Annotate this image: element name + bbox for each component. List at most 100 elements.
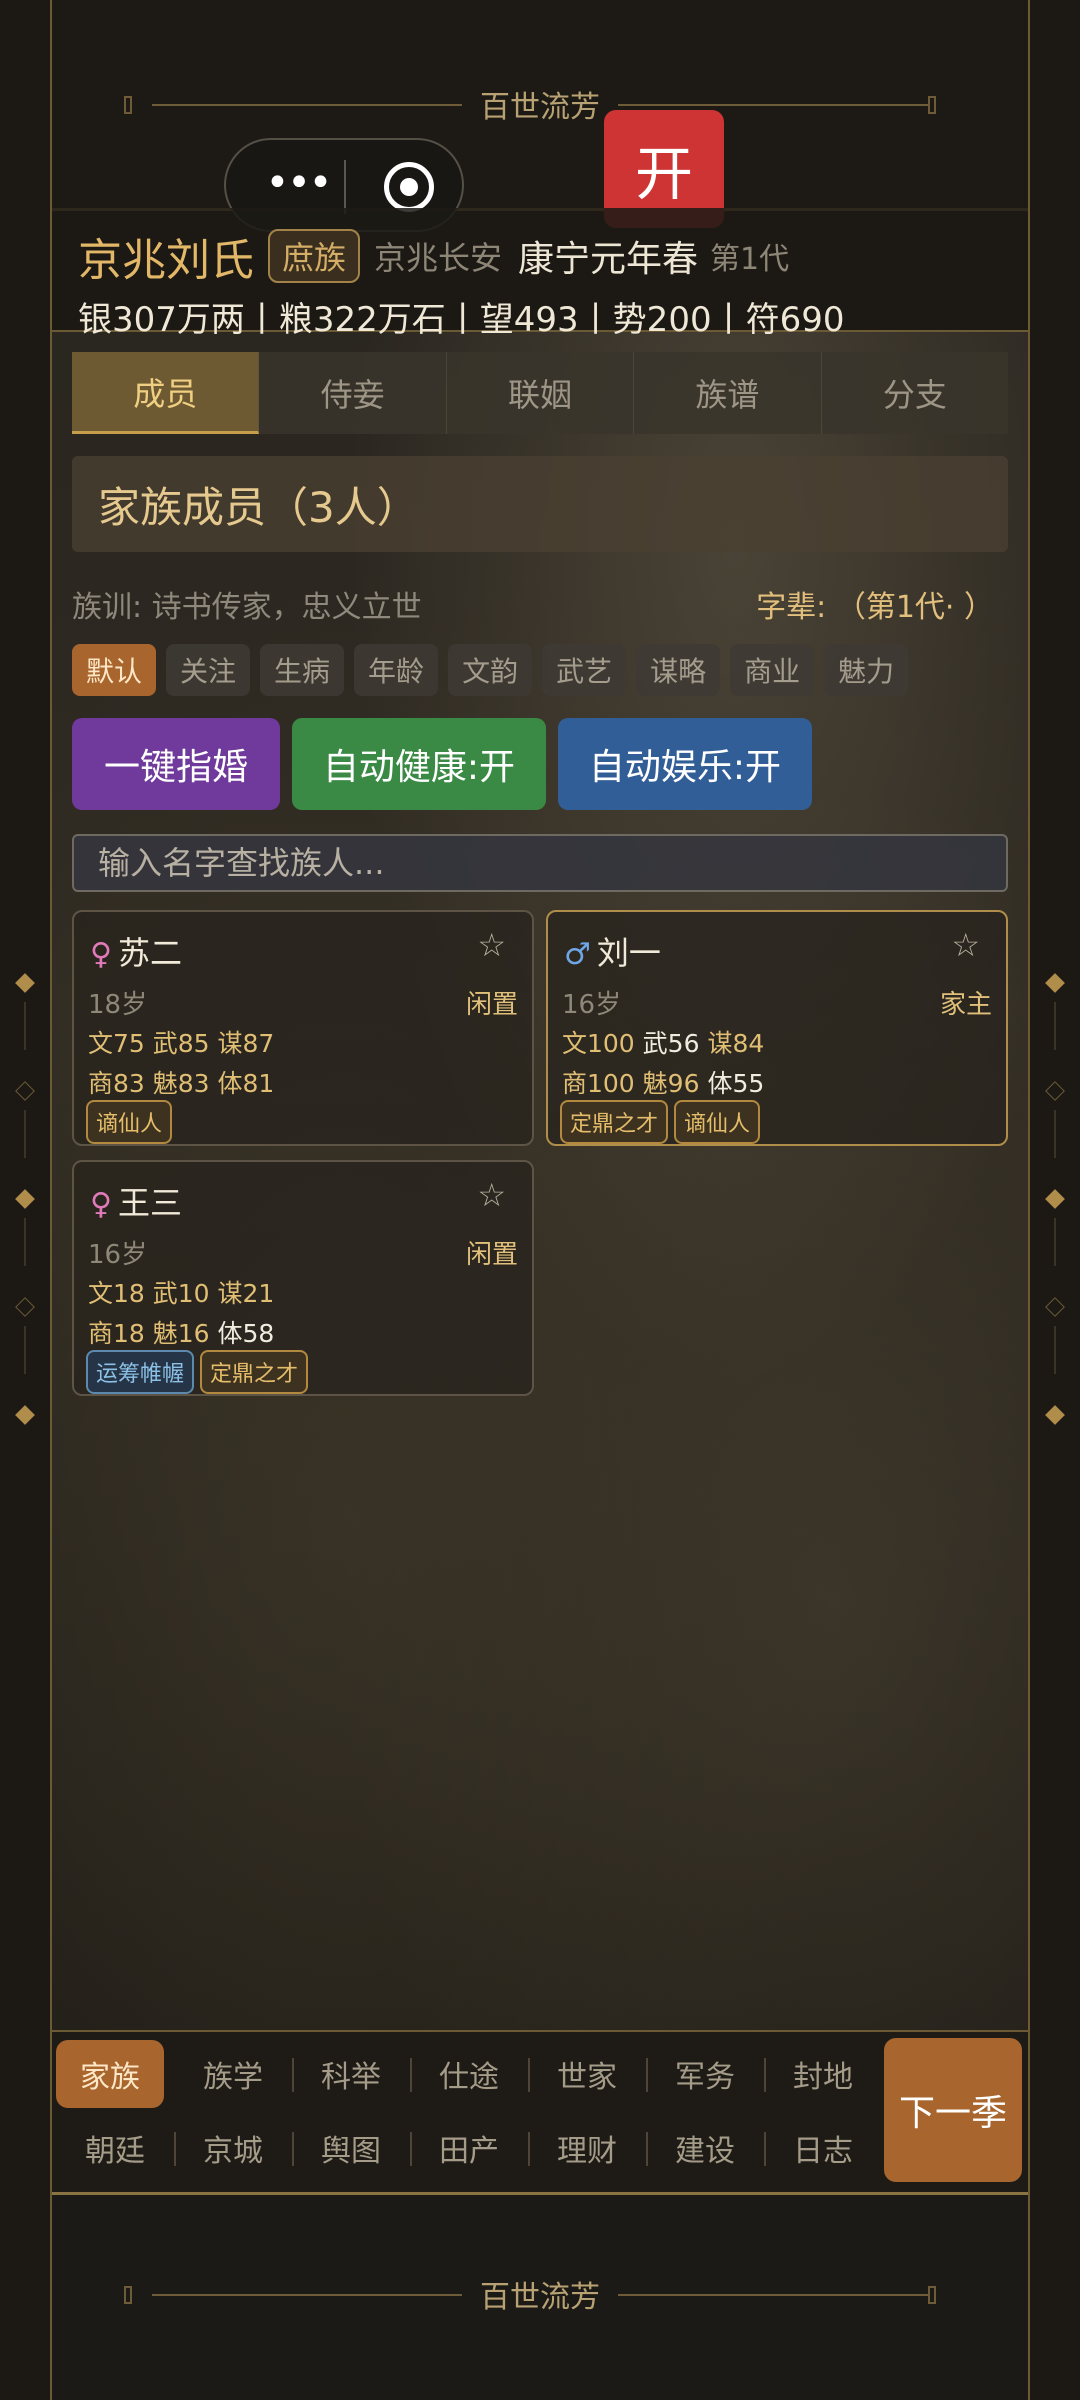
stat-ti: 体58 <box>217 1319 275 1348</box>
side-ornament <box>1054 1110 1056 1158</box>
clan-rank-badge: 庶族 <box>268 229 361 283</box>
filter-charm[interactable]: 魅力 <box>824 644 909 696</box>
nav-build[interactable]: 建设 <box>646 2114 764 2182</box>
member-stats-line2: 商18 魅16 体58 <box>88 1314 274 1350</box>
stat-mou: 谋21 <box>217 1279 275 1308</box>
star-icon[interactable]: ☆ <box>477 926 506 964</box>
nav-career[interactable]: 仕途 <box>410 2040 528 2108</box>
member-age: 16岁 <box>88 1240 148 1270</box>
nav-row-1: 家族 族学 科举 仕途 世家 军务 封地 <box>56 2040 882 2108</box>
member-name-row: ♀ 王三 <box>90 1178 182 1224</box>
nav-estate[interactable]: 田产 <box>410 2114 528 2182</box>
nav-exam[interactable]: 科举 <box>292 2040 410 2108</box>
stat-shang: 商18 <box>88 1319 145 1348</box>
tab-marriage[interactable]: 联姻 <box>447 352 635 434</box>
member-name-row: ♀ 苏二 <box>90 928 182 974</box>
side-ornament <box>24 1002 26 1050</box>
filter-commerce[interactable]: 商业 <box>730 644 815 696</box>
stat-mei: 魅96 <box>642 1069 700 1098</box>
member-traits: 运筹帷幄 定鼎之才 <box>86 1350 309 1394</box>
filter-literary[interactable]: 文韵 <box>448 644 533 696</box>
star-icon[interactable]: ☆ <box>477 1176 506 1214</box>
era-label: 康宁元年春 <box>518 239 699 280</box>
clan-motto: 族训: 诗书传家，忠义立世 <box>72 590 422 625</box>
stat-shang: 商100 <box>562 1069 635 1098</box>
side-ornament <box>1045 1189 1065 1209</box>
side-ornament <box>24 1110 26 1158</box>
filter-strategy[interactable]: 谋略 <box>636 644 721 696</box>
member-name-row: ♂ 刘一 <box>564 928 661 974</box>
more-icon[interactable]: ••• <box>258 163 338 204</box>
trait-tag: 运筹帷幄 <box>86 1350 195 1394</box>
member-age: 18岁 <box>88 990 148 1020</box>
stat-mou: 谋87 <box>217 1029 275 1058</box>
banner-title: 百世流芳 <box>480 90 600 125</box>
auto-entertainment-toggle[interactable]: 自动娱乐:开 <box>558 718 812 810</box>
member-name: 刘一 <box>596 934 661 972</box>
stat-wu: 武85 <box>152 1029 210 1058</box>
side-ornament <box>15 1189 35 1209</box>
filter-default[interactable]: 默认 <box>72 644 157 696</box>
filter-age[interactable]: 年龄 <box>354 644 439 696</box>
clan-info: 京兆刘氏 庶族 京兆长安 康宁元年春 第1代 银307万两丨粮322万石丨望49… <box>52 208 1028 340</box>
auto-health-toggle[interactable]: 自动健康:开 <box>292 718 546 810</box>
female-icon: ♀ <box>90 1187 112 1222</box>
member-stats-line2: 商100 魅96 体55 <box>562 1064 764 1100</box>
stat-mou: 谋84 <box>707 1029 765 1058</box>
motto-row: 族训: 诗书传家，忠义立世 字辈: （第1代· ） <box>72 582 1008 626</box>
side-ornament <box>1045 973 1065 993</box>
nav-capital[interactable]: 京城 <box>174 2114 292 2182</box>
side-ornament <box>1045 1405 1065 1425</box>
filter-sick[interactable]: 生病 <box>260 644 345 696</box>
member-traits: 定鼎之才 谪仙人 <box>560 1100 761 1144</box>
trait-tag: 谪仙人 <box>674 1100 761 1144</box>
tab-genealogy[interactable]: 族谱 <box>634 352 822 434</box>
member-tabs: 成员 侍妾 联姻 族谱 分支 <box>72 352 1008 434</box>
nav-clan[interactable]: 家族 <box>56 2040 164 2108</box>
tab-branches[interactable]: 分支 <box>822 352 1008 434</box>
stat-mei: 魅16 <box>152 1319 210 1348</box>
member-card[interactable]: ♀ 王三 ☆ 16岁 闲置 文18 武10 谋21 商18 魅16 体58 运筹帷… <box>72 1160 534 1396</box>
member-card[interactable]: ♀ 苏二 ☆ 18岁 闲置 文75 武85 谋87 商83 魅83 体81 谪仙人 <box>72 910 534 1146</box>
bottom-nav: 家族 族学 科举 仕途 世家 军务 封地 朝廷 京城 舆图 田产 理财 建设 日… <box>52 2030 1028 2195</box>
stat-shang: 商83 <box>88 1069 145 1098</box>
tab-members[interactable]: 成员 <box>72 352 260 434</box>
panel-title: 家族成员（3人） <box>72 456 1008 552</box>
filter-followed[interactable]: 关注 <box>166 644 251 696</box>
banner-title: 百世流芳 <box>480 2280 600 2315</box>
generation-names[interactable]: 字辈: （第1代· ） <box>756 582 994 626</box>
resources-row: 银307万两丨粮322万石丨望493丨势200丨符690 <box>78 300 845 340</box>
female-icon: ♀ <box>90 937 112 972</box>
nav-families[interactable]: 世家 <box>528 2040 646 2108</box>
clan-location: 京兆长安 <box>374 239 503 277</box>
close-target-icon[interactable] <box>384 162 434 212</box>
side-ornament <box>1045 1297 1065 1317</box>
next-season-button[interactable]: 下一季 <box>884 2038 1022 2182</box>
tab-concubines[interactable]: 侍妾 <box>259 352 447 434</box>
stat-mei: 魅83 <box>152 1069 210 1098</box>
filter-martial[interactable]: 武艺 <box>542 644 627 696</box>
nav-log[interactable]: 日志 <box>764 2114 882 2182</box>
bottom-banner: 百世流芳 <box>52 2250 1028 2315</box>
star-icon[interactable]: ☆ <box>951 926 980 964</box>
nav-finance[interactable]: 理财 <box>528 2114 646 2182</box>
member-status: 闲置 <box>465 1240 518 1270</box>
member-search-input[interactable] <box>72 834 1008 892</box>
side-ornament <box>15 973 35 993</box>
auto-marriage-button[interactable]: 一键指婚 <box>72 718 280 810</box>
side-ornament <box>1054 1326 1056 1374</box>
nav-school[interactable]: 族学 <box>174 2040 292 2108</box>
nav-fief[interactable]: 封地 <box>764 2040 882 2108</box>
member-name: 王三 <box>117 1184 182 1222</box>
nav-court[interactable]: 朝廷 <box>56 2114 174 2182</box>
clan-name: 京兆刘氏 <box>78 235 254 286</box>
nav-map[interactable]: 舆图 <box>292 2114 410 2182</box>
nav-military[interactable]: 军务 <box>646 2040 764 2108</box>
member-stats-line1: 文100 武56 谋84 <box>562 1024 764 1060</box>
member-stats-line1: 文75 武85 谋87 <box>88 1024 274 1060</box>
member-card[interactable]: ♂ 刘一 ☆ 16岁 家主 文100 武56 谋84 商100 魅96 体55 定… <box>546 910 1008 1146</box>
member-traits: 谪仙人 <box>86 1100 173 1144</box>
stat-wu: 武10 <box>152 1279 210 1308</box>
stat-ti: 体81 <box>217 1069 275 1098</box>
member-age: 16岁 <box>562 990 622 1020</box>
